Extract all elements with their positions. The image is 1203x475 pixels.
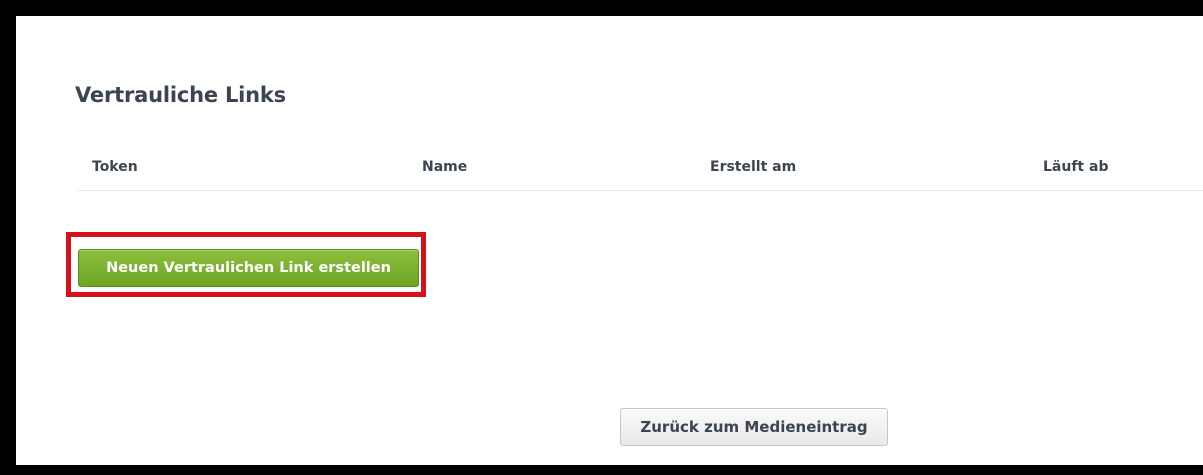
column-header-token: Token — [92, 159, 138, 175]
column-header-name: Name — [422, 159, 468, 175]
page-title: Vertrauliche Links — [75, 83, 286, 107]
column-header-expires: Läuft ab — [1043, 159, 1109, 175]
confidential-links-panel: Vertrauliche Links Token Name Erstellt a… — [16, 16, 1203, 465]
screenshot-frame: Vertrauliche Links Token Name Erstellt a… — [0, 0, 1203, 475]
back-to-media-entry-button[interactable]: Zurück zum Medieneintrag — [620, 408, 888, 446]
column-header-created-at: Erstellt am — [710, 159, 797, 175]
create-confidential-link-button[interactable]: Neuen Vertraulichen Link erstellen — [78, 249, 419, 287]
table-header-divider — [78, 190, 1203, 191]
